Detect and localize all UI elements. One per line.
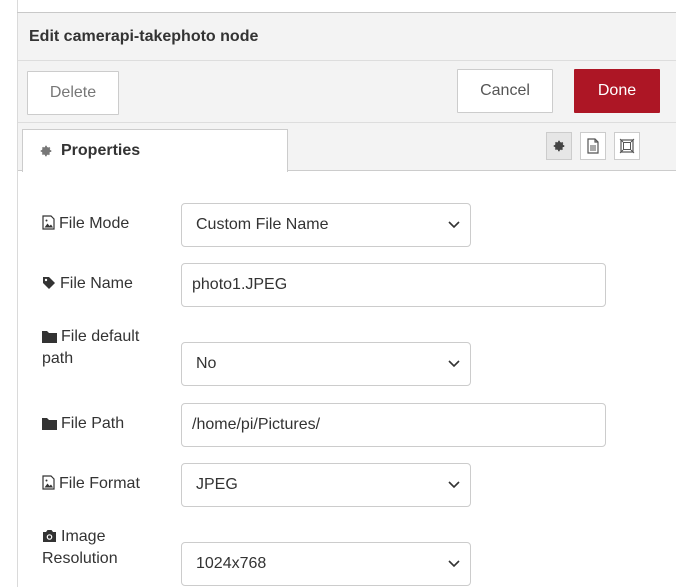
- folder-icon: [42, 331, 57, 343]
- image-resolution-label: Image Resolution: [42, 528, 118, 567]
- tab-icon-group: [546, 132, 640, 160]
- file-name-input[interactable]: photo1.JPEG: [181, 263, 606, 307]
- file-name-label: File Name: [42, 273, 182, 295]
- file-format-label: File Format: [42, 473, 182, 495]
- page-title: Edit camerapi-takephoto node: [29, 28, 259, 45]
- document-icon: [587, 138, 599, 154]
- tray-header: Edit camerapi-takephoto node: [18, 13, 676, 61]
- tag-icon: [43, 277, 55, 289]
- image-file-icon: [42, 475, 55, 490]
- image-resolution-select[interactable]: 1024x768: [181, 542, 471, 586]
- chevron-down-icon: [448, 360, 460, 368]
- camera-icon: [43, 530, 56, 542]
- done-button[interactable]: Done: [574, 69, 660, 113]
- folder-icon: [42, 418, 57, 430]
- cancel-button[interactable]: Cancel: [457, 69, 553, 113]
- node-appearance-icon: [619, 138, 635, 154]
- chevron-down-icon: [448, 560, 460, 568]
- gear-icon: [40, 145, 52, 157]
- tray-toolbar: Delete Cancel Done: [18, 61, 676, 123]
- appearance-tab-button[interactable]: [614, 132, 640, 160]
- description-tab-button[interactable]: [580, 132, 606, 160]
- tab-bar: Properties: [18, 123, 676, 172]
- tab-properties[interactable]: Properties: [22, 129, 288, 172]
- gear-icon: [553, 140, 565, 152]
- file-path-label: File Path: [42, 413, 182, 435]
- delete-button[interactable]: Delete: [27, 71, 119, 115]
- file-path-input[interactable]: /home/pi/Pictures/: [181, 403, 606, 447]
- image-file-icon: [42, 215, 55, 230]
- properties-form: File Mode Custom File Name File Name pho…: [18, 172, 676, 587]
- chevron-down-icon: [448, 481, 460, 489]
- file-default-path-label: File default path: [42, 328, 140, 367]
- file-default-path-select[interactable]: No: [181, 342, 471, 386]
- tab-properties-label: Properties: [61, 142, 141, 159]
- settings-tab-button[interactable]: [546, 132, 572, 160]
- file-mode-label: File Mode: [42, 213, 182, 235]
- file-mode-select[interactable]: Custom File Name: [181, 203, 471, 247]
- file-format-select[interactable]: JPEG: [181, 463, 471, 507]
- chevron-down-icon: [448, 221, 460, 229]
